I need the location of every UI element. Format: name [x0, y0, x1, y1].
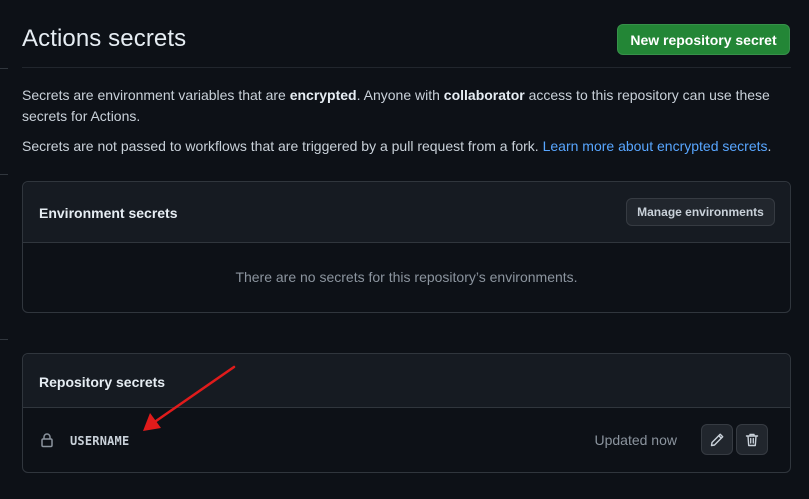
fork-notice-text: Secrets are not passed to workflows that… — [22, 138, 543, 154]
fork-notice: Secrets are not passed to workflows that… — [22, 136, 791, 157]
page-title: Actions secrets — [22, 25, 187, 52]
description-text: . Anyone with — [356, 87, 444, 103]
environment-secrets-empty-message: There are no secrets for this repository… — [235, 269, 578, 285]
secrets-description: Secrets are environment variables that a… — [22, 85, 791, 127]
fork-notice-period: . — [767, 138, 772, 154]
repository-secrets-title: Repository secrets — [39, 374, 166, 390]
description-text: Secrets are environment variables that a… — [22, 87, 290, 103]
secret-name: USERNAME — [70, 434, 130, 448]
environment-secrets-box: Environment secrets Manage environments … — [22, 181, 791, 313]
left-edge-ticks — [0, 0, 8, 499]
page-header: Actions secrets New repository secret — [22, 0, 791, 68]
description-collaborator: collaborator — [443, 87, 525, 103]
manage-environments-button[interactable]: Manage environments — [626, 198, 775, 226]
environment-secrets-title: Environment secrets — [39, 205, 178, 221]
edit-secret-button[interactable] — [701, 424, 733, 455]
trash-icon — [745, 433, 759, 446]
actions-secrets-page: Actions secrets New repository secret Se… — [22, 0, 791, 499]
secret-row: USERNAME Updated now — [23, 408, 790, 472]
lock-icon — [41, 433, 53, 448]
repository-secrets-header: Repository secrets — [23, 354, 790, 408]
new-repository-secret-button[interactable]: New repository secret — [617, 24, 790, 55]
pencil-icon — [710, 433, 724, 446]
secret-updated-status: Updated now — [594, 432, 677, 448]
learn-more-link[interactable]: Learn more about encrypted secrets — [543, 138, 768, 154]
delete-secret-button[interactable] — [736, 424, 768, 455]
environment-secrets-header: Environment secrets Manage environments — [23, 182, 790, 243]
repository-secrets-box: Repository secrets USERNAME Updated now — [22, 353, 791, 473]
description-encrypted: encrypted — [289, 87, 357, 103]
